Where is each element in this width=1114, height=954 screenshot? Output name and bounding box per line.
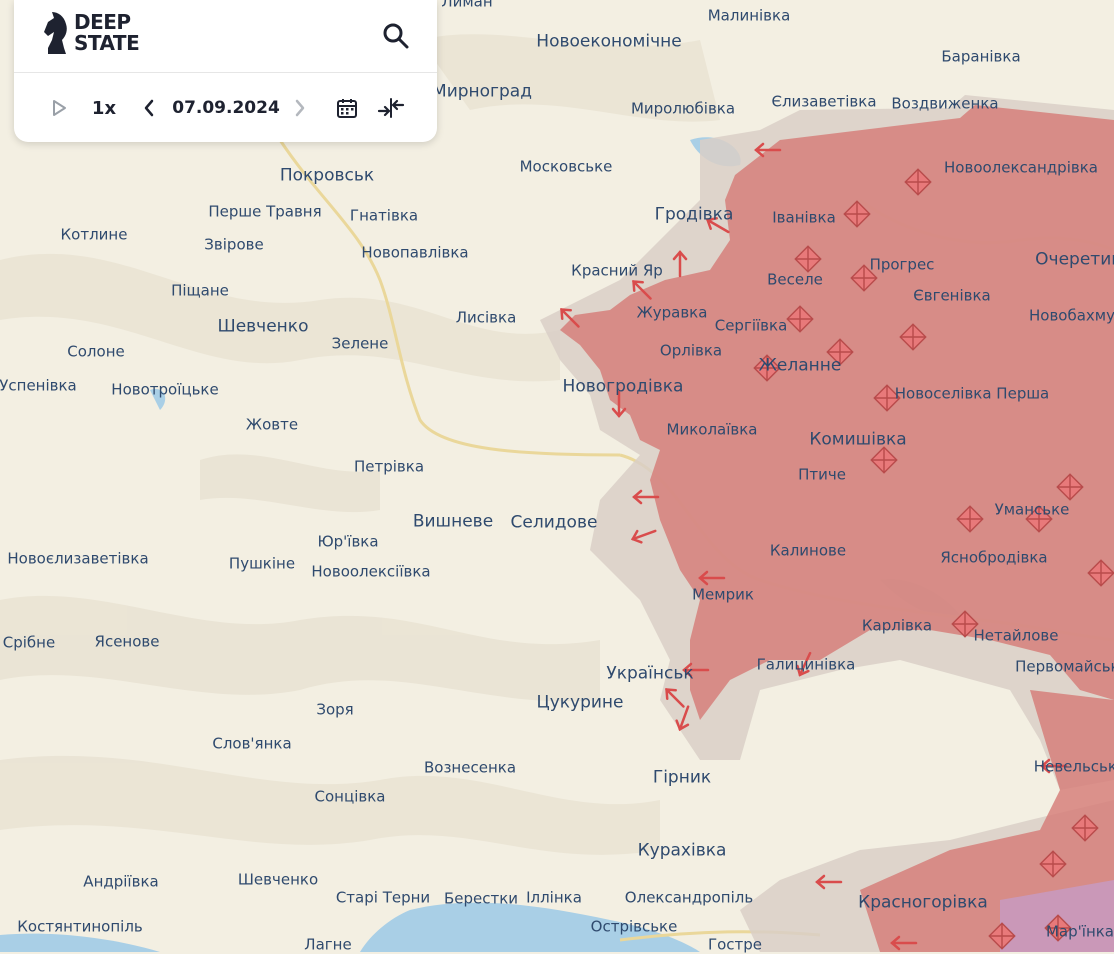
place-label: Олександропіль [624,888,754,907]
place-label: Слов'янка [212,734,292,753]
place-label: Селидове [510,512,598,533]
place-label: Зоря [316,700,354,719]
place-label: Вознесенка [423,758,517,777]
place-label: Новопавлівка [361,243,469,262]
prev-date-button[interactable] [138,94,160,122]
place-label: Мирноград [432,81,532,102]
knight-logo-icon [44,12,67,54]
chevron-left-icon [144,99,154,117]
place-label: Лисівка [455,308,517,327]
place-label: Очеретине [1035,249,1114,270]
place-label: Гірник [652,767,712,788]
place-label: Новоселівка Перша [894,384,1050,403]
place-label: Старі Терни [335,888,431,907]
place-label: Калинове [769,541,847,560]
compare-button[interactable] [376,94,406,122]
calendar-icon [337,99,357,118]
place-label: Цукурине [536,692,624,713]
place-label: Лиман [441,0,493,11]
place-label: Птиче [798,465,846,484]
place-label: Сергіївка [714,316,788,335]
place-label: Малинівка [707,6,791,25]
place-label: Баранівка [941,47,1021,66]
control-panel: DEEP STATE 1x 07.09.2024 [14,0,437,142]
place-label: Воздвиженка [891,94,999,113]
place-label: Комишівка [809,429,907,450]
place-label: Новобахмутівка [1029,306,1114,325]
place-label: Прогрес [869,255,935,274]
place-label: Первомайське [1015,657,1114,676]
place-label: Іванівка [772,208,836,227]
place-label: Мар'їнка [1045,922,1114,941]
place-label: Новогродівка [562,376,684,397]
search-icon[interactable] [382,22,410,50]
place-label: Жовте [245,415,299,434]
logo-line1: DEEP [74,10,131,34]
place-label: Курахівка [637,840,727,861]
place-label: Петрівка [353,457,425,476]
place-label: Перше Травня [208,202,322,221]
calendar-button[interactable] [334,94,360,122]
place-label: Московське [519,157,613,176]
place-label: Іллінка [526,888,582,907]
collapse-arrows-icon [377,98,405,118]
place-label: Галицинівка [756,655,856,674]
place-label: Лагне [304,935,352,954]
place-label: Ясенове [94,632,160,651]
place-label: Миколаївка [666,420,758,439]
place-label: Красногорівка [858,892,988,913]
play-icon [53,100,66,116]
map-canvas[interactable] [0,0,1114,952]
place-label: Звірове [204,235,264,254]
place-label: Новоолександрівка [944,158,1098,177]
place-label: Уманське [994,500,1070,519]
place-label: Желанне [758,355,842,376]
place-label: Шевченко [217,316,309,337]
place-label: Острівське [590,917,678,936]
speed-button[interactable]: 1x [88,94,120,122]
place-label: Вишневе [412,511,494,532]
place-label: Нетайлове [973,626,1059,645]
place-label: Гостре [707,935,763,954]
place-label: Берестки [443,889,519,908]
place-label: Сонцівка [314,787,386,806]
place-label: Солоне [67,342,125,361]
place-label: Єлизаветівка [771,92,877,111]
logo[interactable]: DEEP STATE [42,10,152,60]
place-label: Срібне [2,633,56,652]
logo-line2: STATE [74,31,140,55]
place-label: Котлине [60,225,128,244]
place-label: Успенівка [0,376,77,395]
place-label: Орлівка [659,341,723,360]
panel-divider [14,72,437,73]
place-label: Зелене [331,334,389,353]
play-button[interactable] [48,94,70,122]
place-label: Євгенівка [913,286,991,305]
place-label: Новоекономічне [536,31,682,52]
place-label: Красний Яр [571,261,663,280]
place-label: Гродівка [654,204,734,225]
place-label: Журавка [636,303,708,322]
place-label: Новоєлизаветівка [7,549,149,568]
place-label: Пушкіне [228,554,296,573]
place-label: Мемрик [692,585,754,604]
place-label: Новотроїцьке [111,380,219,399]
place-label: Новоолексіївка [311,562,431,581]
place-label: Веселе [767,270,823,289]
date-display[interactable]: 07.09.2024 [172,94,280,122]
next-date-button[interactable] [289,94,311,122]
place-label: Андріївка [83,872,159,891]
chevron-right-icon [295,99,305,117]
place-label: Костянтинопіль [17,917,143,936]
place-label: Юр'ївка [317,532,379,551]
place-label: Українськ [606,663,694,684]
place-label: Миролюбівка [630,99,736,118]
place-label: Піщане [171,281,229,300]
place-label: Гнатівка [349,206,419,225]
place-label: Яснобродівка [940,548,1048,567]
place-label: Невельське [1033,757,1114,776]
place-label: Покровськ [279,165,375,186]
place-label: Шевченко [237,870,319,889]
place-label: Карлівка [861,616,933,635]
